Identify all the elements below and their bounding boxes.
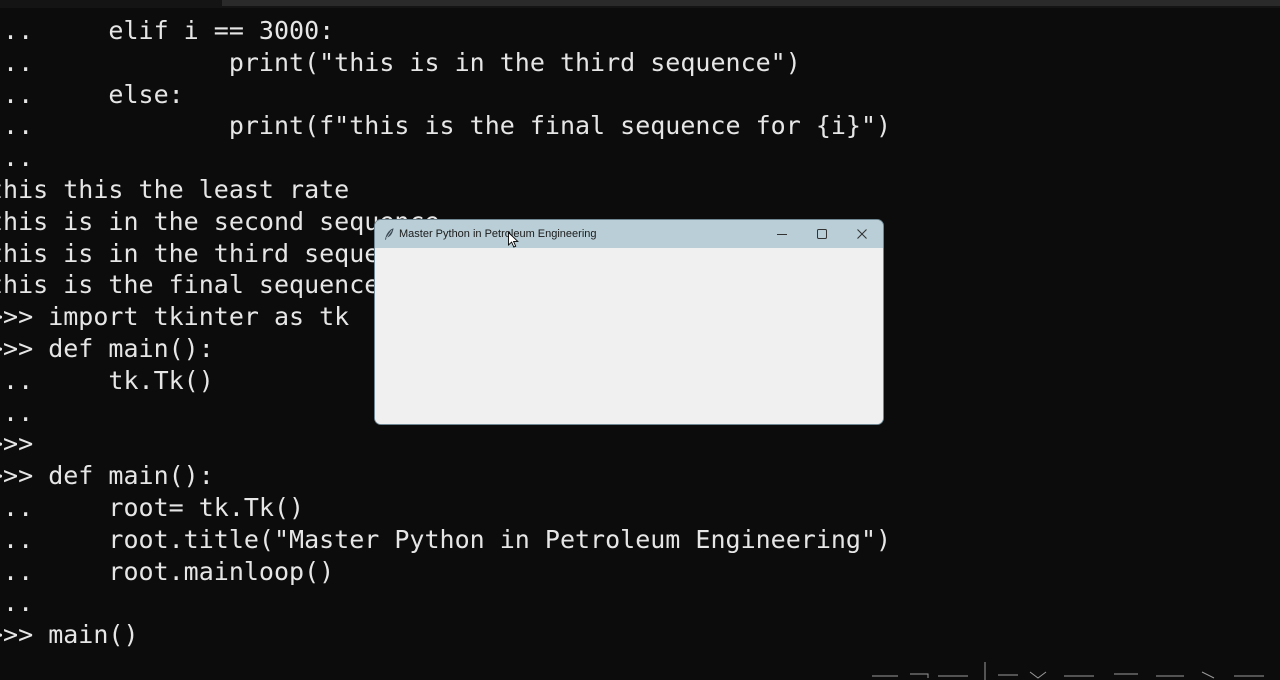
tk-window[interactable]: Master Python in Petroleum Engineering — [375, 220, 883, 424]
maximize-icon — [817, 229, 827, 239]
close-button[interactable] — [842, 220, 882, 248]
terminal-top-strip — [0, 0, 1280, 8]
tk-window-title: Master Python in Petroleum Engineering — [399, 228, 597, 240]
maximize-button[interactable] — [802, 220, 842, 248]
terminal-line: ... — [0, 588, 34, 618]
terminal-line: ... root= tk.Tk() — [0, 492, 305, 522]
desktop-screen: ... elif i == 3000: ... print("this is i… — [0, 0, 1280, 680]
tk-window-titlebar[interactable]: Master Python in Petroleum Engineering — [375, 220, 883, 248]
terminal-line: ... print("this is in the third sequence… — [0, 47, 801, 77]
tk-window-client-area[interactable] — [375, 248, 883, 424]
terminal-line: ... elif i == 3000: — [0, 16, 335, 45]
terminal-line: >>> main() — [0, 620, 139, 650]
terminal-line: ... root.mainloop() — [0, 556, 335, 586]
terminal-line: ... — [0, 143, 34, 173]
close-icon — [857, 229, 867, 239]
terminal-line: ... root.title("Master Python in Petrole… — [0, 524, 892, 554]
terminal-line: ... print(f"this is the final sequence f… — [0, 111, 892, 141]
terminal-line: >>> def main(): — [0, 461, 214, 491]
minimize-icon — [777, 234, 787, 235]
mouse-cursor-icon — [508, 232, 519, 248]
terminal-line: ... else: — [0, 79, 184, 109]
partial-taskbar-content — [872, 662, 1264, 680]
terminal-line: this this the least rate — [0, 174, 350, 204]
terminal-line: >>> — [0, 429, 34, 459]
minimize-button[interactable] — [762, 220, 802, 248]
terminal-tab-strip — [222, 0, 1280, 6]
feather-icon — [382, 227, 396, 241]
